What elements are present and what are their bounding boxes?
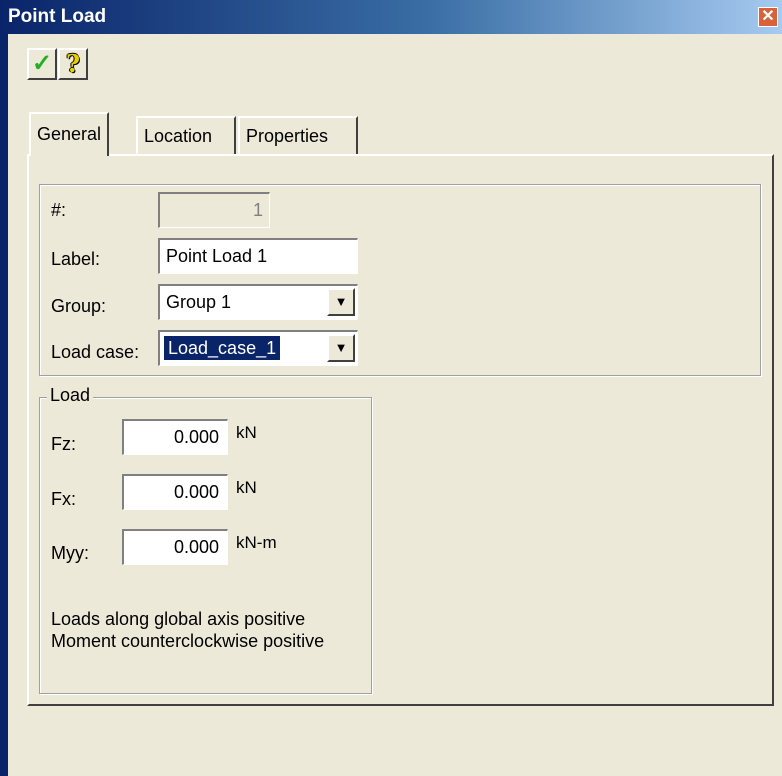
load-case-label: Load case: [51, 342, 140, 362]
fx-input[interactable]: 0.000 [122, 474, 228, 510]
fx-label: Fx: [51, 489, 76, 509]
identification-group [39, 184, 761, 376]
number-field: 1 [158, 192, 270, 228]
myy-input[interactable]: 0.000 [122, 529, 228, 565]
tab-location[interactable]: Location [136, 116, 236, 154]
label-input[interactable]: Point Load 1 [158, 238, 358, 274]
load-case-value: Load_case_1 [164, 336, 281, 360]
load-case-combo[interactable]: Load_case_1 ▼ [158, 330, 358, 366]
dropdown-arrow-icon: ▼ [334, 294, 348, 309]
group-combo[interactable]: Group 1 ▼ [158, 284, 358, 320]
point-load-dialog: Point Load ✕ ✓ ? General Location Proper… [0, 0, 782, 776]
myy-label: Myy: [51, 543, 89, 563]
close-icon: ✕ [761, 8, 775, 25]
group-dropdown-button[interactable]: ▼ [327, 288, 355, 316]
help-button[interactable]: ? [58, 48, 88, 80]
load-case-dropdown-button[interactable]: ▼ [327, 334, 355, 362]
label-label: Label: [51, 249, 101, 269]
ok-button[interactable]: ✓ [27, 48, 57, 80]
load-group-title: Load [47, 385, 94, 406]
tab-general[interactable]: General [29, 112, 110, 156]
help-icon: ? [65, 49, 81, 78]
fx-unit: kN [236, 478, 257, 497]
fz-label: Fz: [51, 434, 76, 454]
group-value: Group 1 [166, 292, 232, 312]
window-title: Point Load [8, 6, 107, 27]
close-button[interactable]: ✕ [758, 7, 778, 27]
dropdown-arrow-icon: ▼ [334, 340, 348, 355]
number-label: #: [51, 200, 67, 220]
title-bar[interactable]: Point Load ✕ [0, 0, 782, 34]
fz-input[interactable]: 0.000 [122, 419, 228, 455]
tab-properties[interactable]: Properties [238, 116, 358, 154]
sign-convention-note: Loads along global axis positive Moment … [51, 609, 325, 651]
group-label: Group: [51, 296, 107, 316]
fz-unit: kN [236, 423, 257, 442]
checkmark-icon: ✓ [31, 50, 53, 77]
myy-unit: kN-m [236, 533, 277, 552]
window-left-edge [0, 0, 8, 776]
